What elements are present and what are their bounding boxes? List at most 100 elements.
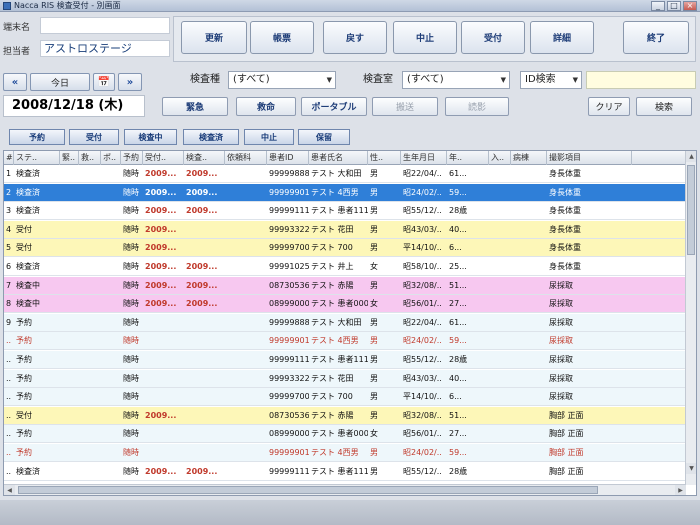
column-header[interactable]: 予約 [121,151,143,165]
exam-time-cell [184,314,225,332]
clear-button[interactable]: クリア [588,97,630,116]
exam-item-cell: 身長体重 [549,243,581,253]
next-day-button[interactable]: » [118,73,142,91]
sex-cell: 男 [370,355,378,364]
birthdate-cell: 昭24/02/.. [403,187,442,197]
table-row[interactable]: .. 予約 随時 99993322 テスト 花田 男 昭43/03/.. 40... 尿採取 [4,369,686,388]
table-row[interactable]: 1 検査済 随時 2009... 2009... 99999888 テスト 大和田男 昭22/… [4,165,686,183]
table-row[interactable]: 6 検査済 随時 2009... 2009... 99991025 テスト 井上 女 昭58/1… [4,258,686,276]
column-header[interactable]: 患者氏名 [309,151,368,165]
table-row[interactable]: .. 検査済 随時 2009... 2009... 99999111 テスト 患者111 男 昭… [4,462,686,481]
birthdate-cell: 昭55/12/.. [403,355,442,364]
filter-accepted-button[interactable]: 受付 [69,129,119,145]
close-window-button[interactable]: × [683,1,697,11]
column-header[interactable]: 病棟 [511,151,547,165]
table-row[interactable]: .. 予約 随時 99999111 テスト 患者111 男 昭55/12/.. 28歳 尿採取 [4,351,686,369]
cancel-exam-button[interactable]: 中止 [393,21,457,54]
sex-cell: 男 [370,280,378,290]
vertical-scrollbar[interactable]: ▲ ▼ [685,151,696,485]
vertical-scroll-thumb[interactable] [687,165,695,255]
filter-cancelled-button[interactable]: 中止 [244,129,294,145]
table-row[interactable]: 8 検査中 随時 2009... 2009... 08999000 テスト 患者000 女 昭5… [4,295,686,314]
column-header[interactable]: ステ.. [14,151,60,165]
table-row[interactable]: .. 予約 随時 99999901 テスト 4西男 男 昭24/02/.. 59... 尿採取 [4,332,686,351]
minimize-button[interactable]: _ [651,1,665,11]
accept-time-cell [143,314,184,332]
search-button[interactable]: 検索 [636,97,692,116]
column-header[interactable]: 検査.. [184,151,225,165]
age-cell: 61... [449,169,467,178]
details-button[interactable]: 詳細 [530,21,594,54]
accept-button[interactable]: 受付 [461,21,525,54]
column-header[interactable]: 性.. [368,151,401,165]
table-row[interactable]: .. 予約 随時 08999000 テスト 患者000 女 昭56/01/.. 27... 胸部… [4,425,686,444]
scroll-left-icon[interactable]: ◀ [4,485,15,495]
transport-button[interactable]: 搬送 [372,97,438,116]
prev-day-button[interactable]: « [3,73,27,91]
sex-cell: 男 [370,206,378,216]
exam-type-select[interactable]: (すべて) ▼ [228,71,336,89]
age-cell: 61... [449,317,467,327]
filter-hold-button[interactable]: 保留 [298,129,350,145]
id-search-select[interactable]: ID検索 ▼ [520,71,582,89]
exam-time-cell: 2009... [186,169,218,178]
undo-button[interactable]: 戻す [323,21,387,54]
calendar-icon[interactable]: 📅 [93,73,115,91]
age-cell: 25... [449,262,467,271]
row-number: .. [6,392,12,402]
today-button[interactable]: 今日 [30,73,90,91]
table-row[interactable]: 2 検査済 随時 2009... 2009... 99999901 テスト 4西男 男 昭24/… [4,183,686,202]
table-row[interactable]: 7 検査中 随時 2009... 2009... 08730536 テスト 赤陽 男 昭32/0… [4,276,686,295]
patient-name-cell: テスト 花田 [311,373,354,383]
column-header[interactable]: 年.. [447,151,489,165]
column-header[interactable]: # [4,151,14,165]
row-number: 9 [6,317,12,327]
refresh-button[interactable]: 更新 [181,21,247,54]
column-header[interactable]: 患者ID [267,151,309,165]
exam-item-cell: 身長体重 [549,187,581,197]
table-row[interactable]: 4 受付 随時 2009... 99993322 テスト 花田 男 昭43/03/.. 40..… [4,220,686,239]
column-header[interactable]: 緊.. [60,151,79,165]
exam-list-grid: # ステ.. 緊.. 救.. ポ.. 予約 受付.. 検査.. 依頼科 患者ID 患者氏名 性.. 生年… [3,150,697,496]
reading-button[interactable]: 読影 [445,97,509,116]
table-row[interactable]: .. 受付 随時 2009... 08730536 テスト 赤陽 男 昭32/08/.. 51.… [4,406,686,425]
report-button[interactable]: 帳票 [250,21,314,54]
column-header[interactable]: 救.. [79,151,101,165]
scroll-right-icon[interactable]: ▶ [675,485,686,495]
exam-room-select[interactable]: (すべて) ▼ [402,71,510,89]
column-header[interactable]: 生年月日 [401,151,447,165]
reservation-cell: 随時 [123,355,139,364]
sex-cell: 男 [370,448,378,457]
age-cell: 27... [449,429,467,439]
reservation-cell: 随時 [123,280,139,290]
urgent-button[interactable]: 緊急 [162,97,228,116]
column-header[interactable]: 依頼科 [225,151,267,165]
table-row[interactable]: 9 予約 随時 99999888 テスト 大和田男 昭22/04/.. 61... 尿採取 [4,313,686,332]
maximize-button[interactable]: □ [667,1,681,11]
filter-exam-done-button[interactable]: 検査済 [183,129,239,145]
exam-time-cell: 2009... [186,187,218,197]
table-row[interactable]: .. 予約 随時 99999901 テスト 4西男 男 昭24/02/.. 59... 胸部 正… [4,444,686,462]
reservation-cell: 随時 [123,169,139,178]
accept-time-cell: 2009... [145,410,177,420]
horizontal-scroll-thumb[interactable] [18,486,598,494]
patient-id-cell: 99993322 [269,224,309,234]
table-row[interactable]: .. 予約 随時 99999700 テスト 700 男 平14/10/.. 6... 尿採取 [4,388,686,407]
filter-in-exam-button[interactable]: 検査中 [124,129,177,145]
id-search-input[interactable] [586,71,696,89]
column-header[interactable]: ポ.. [101,151,121,165]
column-header[interactable]: 受付.. [143,151,184,165]
horizontal-scrollbar[interactable]: ◀ ▶ [4,484,686,495]
column-header[interactable]: 入.. [489,151,511,165]
patient-name-cell: テスト 4西男 [311,448,359,457]
filter-reserved-button[interactable]: 予約 [9,129,65,145]
table-row[interactable]: 5 受付 随時 2009... 99999700 テスト 700 男 平14/10/.. 6..… [4,239,686,258]
sex-cell: 男 [370,224,378,234]
exit-button[interactable]: 終了 [623,21,689,54]
portable-button[interactable]: ポータブル [301,97,367,116]
scroll-up-icon[interactable]: ▲ [686,151,696,162]
scroll-down-icon[interactable]: ▼ [686,463,696,474]
ambulance-button[interactable]: 救命 [236,97,296,116]
column-header[interactable]: 撮影項目 [547,151,632,165]
table-row[interactable]: 3 検査済 随時 2009... 2009... 99999111 テスト 患者111 男 昭5… [4,202,686,221]
